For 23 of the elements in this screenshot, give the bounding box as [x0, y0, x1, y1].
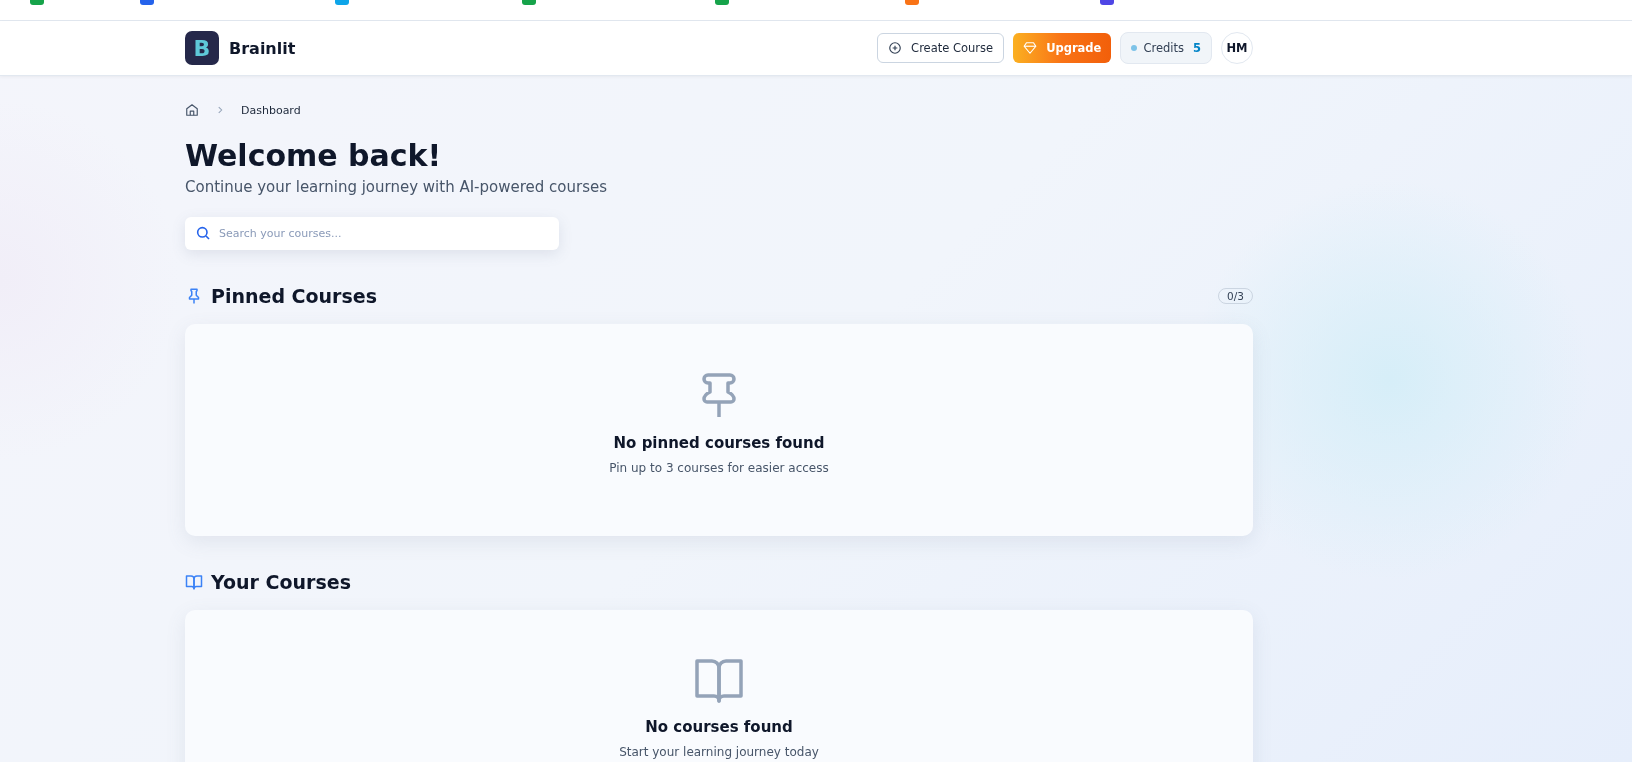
search-icon	[195, 225, 211, 241]
section-heading: Your Courses	[211, 571, 351, 593]
empty-state-title: No pinned courses found	[613, 434, 825, 452]
page-title: Welcome back!	[185, 138, 443, 174]
user-avatar[interactable]: HM	[1221, 32, 1253, 64]
home-icon[interactable]	[185, 103, 199, 117]
empty-state-text: Start your learning journey today	[619, 745, 819, 759]
logo[interactable]: B	[185, 31, 219, 65]
book-icon	[185, 573, 203, 591]
pin-icon	[699, 372, 739, 420]
credits-button[interactable]: Credits 5	[1120, 32, 1212, 64]
page-subtitle: Continue your learning journey with AI-powered courses	[185, 178, 608, 196]
brand-name[interactable]: Brainlit	[229, 38, 296, 58]
chevron-right-icon	[215, 105, 225, 115]
empty-state-text: Pin up to 3 courses for easier access	[609, 461, 829, 475]
create-course-button[interactable]: Create Course	[877, 33, 1005, 63]
diamond-icon	[1023, 41, 1038, 55]
book-icon	[694, 658, 744, 704]
empty-state-title: No courses found	[645, 718, 793, 736]
section-heading: Pinned Courses	[211, 285, 377, 307]
search-field[interactable]: Search your courses...	[185, 217, 559, 250]
breadcrumb-current: Dashboard	[241, 103, 301, 117]
plus-circle-icon	[888, 41, 903, 55]
